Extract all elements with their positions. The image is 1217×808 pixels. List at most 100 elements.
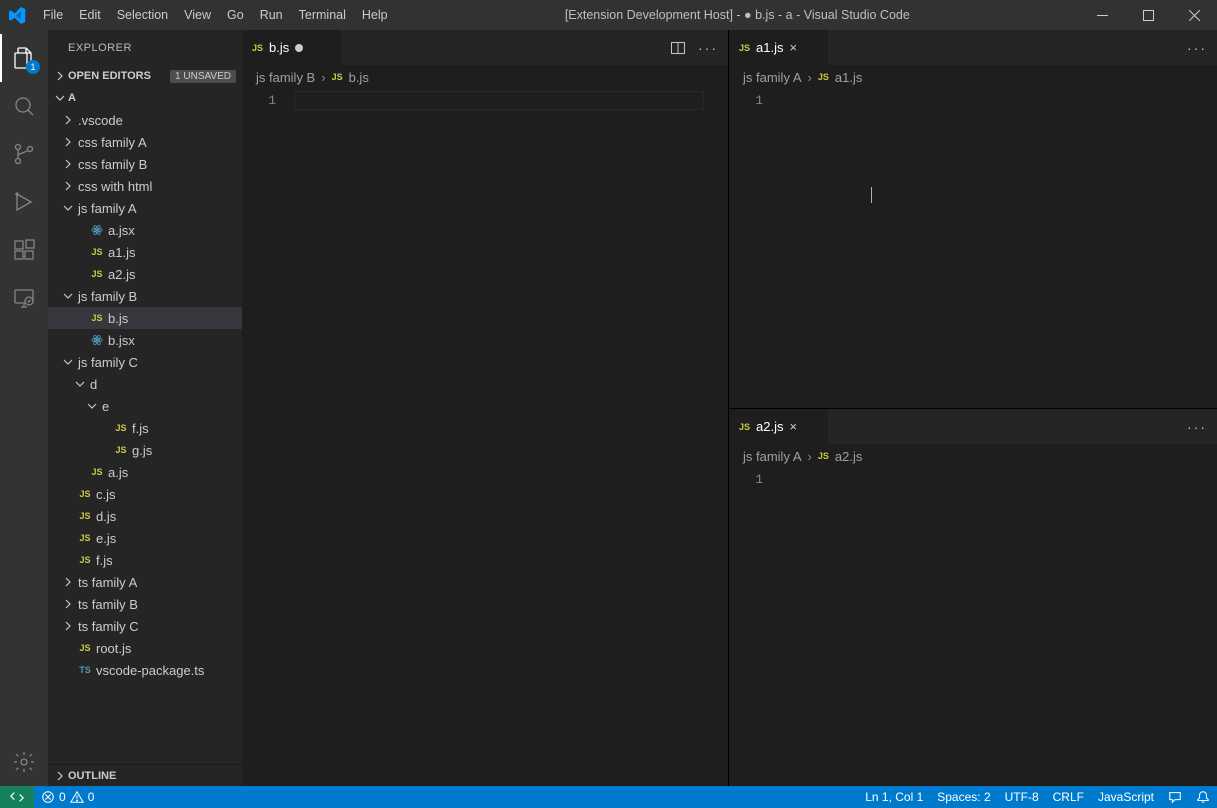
tree-row[interactable]: d	[48, 373, 242, 395]
chevron-down-icon[interactable]	[60, 356, 76, 368]
tab-a2-js[interactable]: JS a2.js ×	[729, 409, 829, 444]
menu-run[interactable]: Run	[252, 0, 291, 30]
tree-row[interactable]: b.jsx	[48, 329, 242, 351]
status-notifications-icon[interactable]	[1189, 786, 1217, 808]
tree-row[interactable]: JSg.js	[48, 439, 242, 461]
tree-row[interactable]: JSroot.js	[48, 637, 242, 659]
status-problems[interactable]: 0 0	[34, 786, 101, 808]
status-feedback-icon[interactable]	[1161, 786, 1189, 808]
tree-row[interactable]: css family A	[48, 131, 242, 153]
tree-row[interactable]: JSa1.js	[48, 241, 242, 263]
activity-explorer[interactable]: 1	[0, 34, 48, 82]
split-editor-icon[interactable]	[670, 40, 686, 56]
tree-row[interactable]: js family A	[48, 197, 242, 219]
chevron-right-icon[interactable]	[60, 620, 76, 632]
close-icon[interactable]: ×	[789, 40, 797, 55]
menu-selection[interactable]: Selection	[109, 0, 176, 30]
chevron-right-icon[interactable]	[60, 114, 76, 126]
tree-row-label: d	[88, 377, 97, 392]
chevron-down-icon[interactable]	[72, 378, 88, 390]
window-maximize-button[interactable]	[1125, 0, 1171, 30]
tree-row-label: e	[100, 399, 109, 414]
chevron-right-icon[interactable]	[60, 136, 76, 148]
chevron-right-icon[interactable]	[60, 576, 76, 588]
overview-ruler[interactable]	[1203, 89, 1217, 408]
section-open-editors[interactable]: OPEN EDITORS 1 UNSAVED	[48, 65, 242, 87]
chevron-down-icon[interactable]	[84, 400, 100, 412]
more-actions-icon[interactable]: ···	[1187, 419, 1207, 435]
overview-ruler[interactable]	[714, 89, 728, 786]
dirty-indicator-icon	[295, 44, 303, 52]
tree-row[interactable]: ts family C	[48, 615, 242, 637]
chevron-right-icon[interactable]	[60, 158, 76, 170]
menu-view[interactable]: View	[176, 0, 219, 30]
activity-search[interactable]	[0, 82, 48, 130]
breadcrumb-file[interactable]: a1.js	[835, 70, 862, 85]
tree-row[interactable]: JSf.js	[48, 549, 242, 571]
window-minimize-button[interactable]	[1079, 0, 1125, 30]
tree-row[interactable]: css family B	[48, 153, 242, 175]
tree-row[interactable]: e	[48, 395, 242, 417]
tabbar-right-bottom: JS a2.js × ···	[729, 409, 1217, 444]
chevron-down-icon[interactable]	[60, 290, 76, 302]
tree-row[interactable]: JSf.js	[48, 417, 242, 439]
tree-row-label: f.js	[94, 553, 113, 568]
breadcrumb-folder[interactable]: js family A	[743, 449, 802, 464]
close-icon[interactable]: ×	[789, 419, 797, 434]
more-actions-icon[interactable]: ···	[1187, 40, 1207, 56]
activity-source-control[interactable]	[0, 130, 48, 178]
more-actions-icon[interactable]: ···	[698, 40, 718, 56]
tree-row[interactable]: js family C	[48, 351, 242, 373]
tree-row[interactable]: JSa2.js	[48, 263, 242, 285]
breadcrumb-file[interactable]: a2.js	[835, 449, 862, 464]
tree-row[interactable]: ts family B	[48, 593, 242, 615]
breadcrumb-folder[interactable]: js family B	[256, 70, 315, 85]
menu-file[interactable]: File	[35, 0, 71, 30]
editor-body-right-bottom[interactable]: 1	[729, 468, 1217, 786]
breadcrumb-file[interactable]: b.js	[349, 70, 369, 85]
editor-body-left[interactable]: 1	[242, 89, 728, 786]
editor-body-right-top[interactable]: 1	[729, 89, 1217, 408]
section-outline[interactable]: OUTLINE	[48, 764, 242, 786]
activity-remote-explorer[interactable]	[0, 274, 48, 322]
status-eol[interactable]: CRLF	[1046, 786, 1091, 808]
menu-go[interactable]: Go	[219, 0, 252, 30]
tree-row[interactable]: JSd.js	[48, 505, 242, 527]
breadcrumb-left[interactable]: js family B › JS b.js	[242, 65, 728, 89]
section-folder-root[interactable]: A	[48, 87, 242, 109]
tree-row[interactable]: a.jsx	[48, 219, 242, 241]
tree-row[interactable]: JSb.js	[48, 307, 242, 329]
tree-row[interactable]: css with html	[48, 175, 242, 197]
status-indentation[interactable]: Spaces: 2	[930, 786, 997, 808]
chevron-right-icon[interactable]	[60, 598, 76, 610]
breadcrumb-folder[interactable]: js family A	[743, 70, 802, 85]
tab-a1-js[interactable]: JS a1.js ×	[729, 30, 829, 65]
remote-indicator[interactable]	[0, 786, 34, 808]
menu-terminal[interactable]: Terminal	[291, 0, 354, 30]
activity-run-debug[interactable]	[0, 178, 48, 226]
js-icon: JS	[818, 451, 829, 461]
tree-row-label: js family B	[76, 289, 137, 304]
menu-help[interactable]: Help	[354, 0, 396, 30]
overview-ruler[interactable]	[1203, 468, 1217, 786]
chevron-down-icon[interactable]	[60, 202, 76, 214]
activity-extensions[interactable]	[0, 226, 48, 274]
status-encoding[interactable]: UTF-8	[998, 786, 1046, 808]
tree-row[interactable]: JSa.js	[48, 461, 242, 483]
tree-row[interactable]: TSvscode-package.ts	[48, 659, 242, 681]
tree-row[interactable]: JSc.js	[48, 483, 242, 505]
activity-settings[interactable]	[0, 738, 48, 786]
tree-row[interactable]: js family B	[48, 285, 242, 307]
status-language[interactable]: JavaScript	[1091, 786, 1161, 808]
tree-row[interactable]: .vscode	[48, 109, 242, 131]
chevron-right-icon[interactable]	[60, 180, 76, 192]
breadcrumb-right-top[interactable]: js family A › JS a1.js	[729, 65, 1217, 89]
status-cursor-position[interactable]: Ln 1, Col 1	[858, 786, 930, 808]
menu-edit[interactable]: Edit	[71, 0, 109, 30]
js-icon: JS	[332, 72, 343, 82]
window-close-button[interactable]	[1171, 0, 1217, 30]
tab-b-js[interactable]: JS b.js	[242, 30, 342, 65]
tree-row[interactable]: JSe.js	[48, 527, 242, 549]
tree-row[interactable]: ts family A	[48, 571, 242, 593]
breadcrumb-right-bottom[interactable]: js family A › JS a2.js	[729, 444, 1217, 468]
